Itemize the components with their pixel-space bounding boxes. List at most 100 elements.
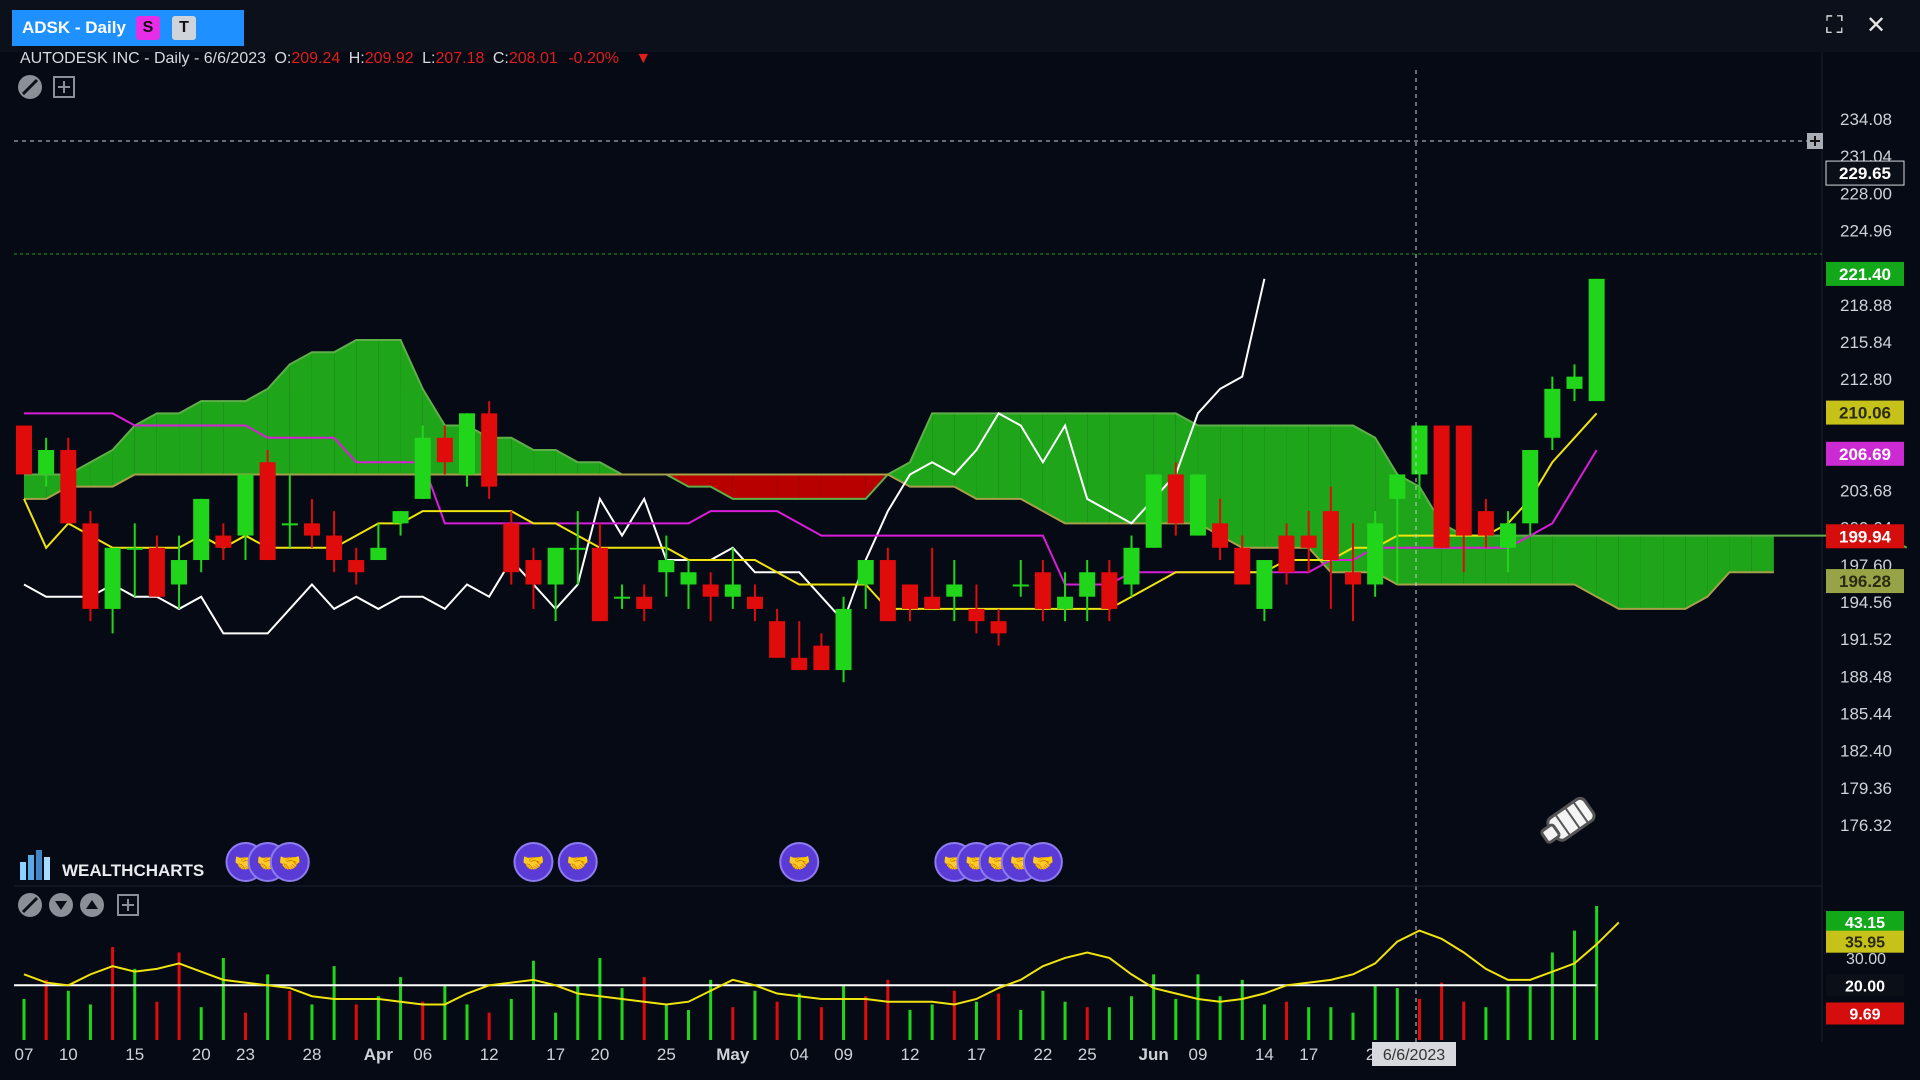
handshake-icon: 🤝 [557,842,598,882]
lower-value-tag: 9.69 [1826,1002,1904,1025]
down-arrow-icon: ▼ [635,52,651,67]
svg-text:🤝: 🤝 [567,853,589,873]
candle [769,608,786,658]
move-pane-up-button[interactable] [80,893,104,917]
legend-open-label: O: [274,52,291,67]
date-tick-label: 20 [192,1045,211,1064]
candle [1034,560,1051,622]
date-tick-label: Apr [364,1045,394,1064]
cloud-segment [1087,413,1110,524]
lower-tick-label: 30.00 [1846,951,1886,968]
candle [569,511,586,585]
cloud-segment [1552,535,1575,585]
handshake-icon: 🤝 [269,842,310,882]
price-tag-value: 199.94 [1839,527,1892,546]
cloud-segment [1640,535,1664,609]
date-tick-label: 07 [15,1045,34,1064]
candle [946,560,963,622]
date-tick-label: Jun [1139,1045,1169,1064]
handshake-icon: 🤝 [513,842,554,882]
candle [392,511,409,536]
cloud-segment [843,474,866,499]
candle [1079,560,1096,622]
date-tick-label: 17 [967,1045,986,1064]
price-tag: 210.06 [1826,400,1904,425]
price-tick-label: 179.36 [1840,779,1892,798]
hide-pane-button[interactable] [18,75,42,99]
price-tag: 221.40 [1826,261,1904,286]
price-tick-label: 188.48 [1840,667,1892,686]
cloud-segment [732,474,755,499]
lower-value-label: 20.00 [1845,978,1885,995]
s-button[interactable]: S [136,16,160,40]
price-tag: 199.94 [1826,524,1904,549]
close-icon[interactable]: ✕ [1866,14,1886,38]
candle [16,425,32,475]
cloud-segment [112,425,135,487]
price-tick-label: 212.80 [1840,370,1892,389]
move-pane-down-button[interactable] [49,893,73,917]
cloud-segment [821,474,844,499]
cloud-segment [311,352,335,475]
lower-value-tag: 35.95 [1826,930,1904,953]
cloud-segment [1020,413,1043,512]
price-tag: 229.65 [1825,160,1905,186]
cloud-segment [777,474,800,499]
lower-axis: 40.0030.0043.1535.9520.009.69 [1826,910,1904,1025]
candle [902,584,918,622]
cloud-segment [1264,425,1287,548]
cloud-segment [356,339,379,475]
candle [1433,425,1450,548]
date-tick-label: 14 [1255,1045,1274,1064]
date-tick-label: 17 [1299,1045,1318,1064]
candle [481,401,498,499]
date-tick-label: 09 [1188,1045,1207,1064]
add-indicator-button[interactable] [53,76,75,98]
mouse-cursor-icon [1540,796,1596,844]
candle [303,498,320,548]
candle [60,437,77,524]
t-button[interactable]: T [172,16,196,40]
legend-close-label: C: [493,52,509,67]
expand-icon[interactable]: ⛶ [1826,14,1843,38]
cloud-segment [887,462,910,487]
cloud-segment [976,413,999,499]
lower-value-label: 43.15 [1845,915,1885,932]
cloud-segment [1109,413,1132,524]
price-tick-label: 191.52 [1840,630,1892,649]
cloud-segment [1618,535,1641,609]
wealthcharts-logo-icon [20,850,50,880]
candle [1189,474,1206,536]
price-tick-label: 182.40 [1840,742,1892,761]
add-lower-indicator-button[interactable] [117,894,139,916]
candle [924,547,941,609]
handshake-icon: 🤝 [779,842,820,882]
event-badges[interactable]: 🤝 🤝 🤝 🤝 🤝 🤝 🤝 🤝 🤝 🤝 🤝 [225,842,1063,882]
add-alert-button[interactable] [1807,133,1823,149]
price-tag-value: 196.28 [1839,572,1891,591]
price-tag-value: 229.65 [1839,164,1891,183]
candle [791,621,808,671]
lower-value-label: 35.95 [1845,935,1885,952]
cloud-segment [1286,425,1309,548]
date-tick-label: 17 [546,1045,565,1064]
adx-pane [14,906,1620,1040]
hide-lower-pane-button[interactable] [18,893,42,917]
cloud-segment [134,413,157,475]
adx-line [23,921,1620,1006]
price-chart[interactable]: AUTODESK INC - Daily - 6/6/2023 O:209.24… [0,52,1920,1080]
cloud-segment [1242,425,1265,548]
candle [636,584,653,622]
cloud-segment [156,413,180,475]
candle [702,572,719,622]
handshake-icon: 🤝 [1022,842,1063,882]
price-tick-label: 234.08 [1840,110,1892,129]
svg-text:🤝: 🤝 [522,853,544,873]
price-tick-label: 185.44 [1840,705,1892,724]
symbol-tab[interactable]: ADSK - Daily S T [12,10,244,46]
candle [1101,560,1118,622]
candle [1588,278,1605,402]
date-tick-label: 06 [413,1045,432,1064]
price-tag-value: 206.69 [1839,445,1891,464]
cloud-segment [24,474,47,499]
